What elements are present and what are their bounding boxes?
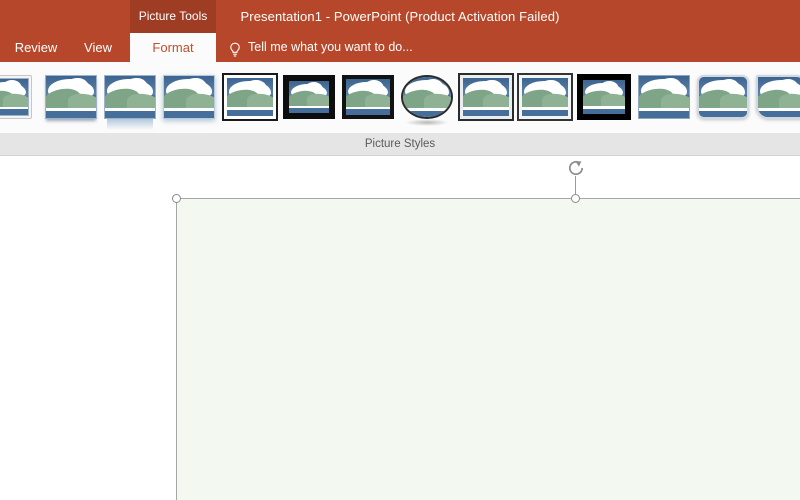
rotate-handle-icon[interactable] <box>565 157 587 179</box>
picture-style-preview <box>283 75 335 119</box>
tell-me-search[interactable]: Tell me what you want to do... <box>228 33 413 62</box>
picture-style-thumbnail[interactable] <box>697 75 749 119</box>
resize-handle-top-center[interactable] <box>571 194 580 203</box>
picture-style-preview <box>638 75 690 119</box>
picture-style-preview <box>342 75 394 119</box>
contextual-tab-picture-tools: Picture Tools <box>130 0 216 33</box>
picture-style-thumbnail[interactable] <box>0 75 32 119</box>
selected-picture-object[interactable] <box>177 198 800 500</box>
powerpoint-window: Presentation1 - PowerPoint (Product Acti… <box>0 0 800 500</box>
lightbulb-icon <box>228 40 242 57</box>
picture-style-preview <box>458 73 514 121</box>
picture-style-preview <box>697 75 749 119</box>
picture-style-preview <box>0 78 29 116</box>
picture-style-thumbnail[interactable] <box>45 75 97 119</box>
picture-style-thumbnail[interactable] <box>458 73 514 121</box>
picture-style-thumbnail[interactable] <box>222 73 278 121</box>
tell-me-label: Tell me what you want to do... <box>248 40 413 54</box>
resize-handle-top-left[interactable] <box>172 194 181 203</box>
window-title: Presentation1 - PowerPoint (Product Acti… <box>240 9 560 24</box>
picture-style-preview <box>163 75 215 119</box>
selection-border-top <box>176 198 800 199</box>
picture-style-thumbnail[interactable] <box>638 75 690 119</box>
picture-style-thumbnail[interactable] <box>283 75 335 119</box>
tab-format[interactable]: Format <box>130 33 216 62</box>
ribbon-content <box>0 62 800 134</box>
ribbon-tab-strip: Review View Format Tell me what you want… <box>0 33 800 62</box>
slide-canvas <box>0 156 800 500</box>
picture-style-thumbnail[interactable] <box>756 75 800 119</box>
selection-border-left <box>176 198 177 500</box>
shadow-effect <box>405 119 449 127</box>
reflection-effect <box>107 119 153 131</box>
picture-style-preview <box>756 75 800 119</box>
picture-styles-group-label: Picture Styles <box>364 138 436 150</box>
picture-style-preview <box>577 74 631 120</box>
picture-style-thumbnail[interactable] <box>163 75 215 119</box>
picture-style-thumbnail[interactable] <box>342 75 394 119</box>
title-bar: Presentation1 - PowerPoint (Product Acti… <box>0 0 800 33</box>
picture-style-preview <box>401 75 453 119</box>
picture-style-thumbnail[interactable] <box>577 74 631 120</box>
tab-view[interactable]: View <box>72 33 124 62</box>
picture-style-preview <box>517 73 573 121</box>
picture-style-preview <box>104 75 156 119</box>
picture-style-preview <box>222 73 278 121</box>
picture-style-thumbnail[interactable] <box>104 75 156 131</box>
picture-style-thumbnail[interactable] <box>401 75 453 127</box>
picture-style-preview <box>45 75 97 119</box>
picture-styles-gallery <box>0 62 800 132</box>
tab-review[interactable]: Review <box>6 33 66 62</box>
picture-style-thumbnail[interactable] <box>517 73 573 121</box>
